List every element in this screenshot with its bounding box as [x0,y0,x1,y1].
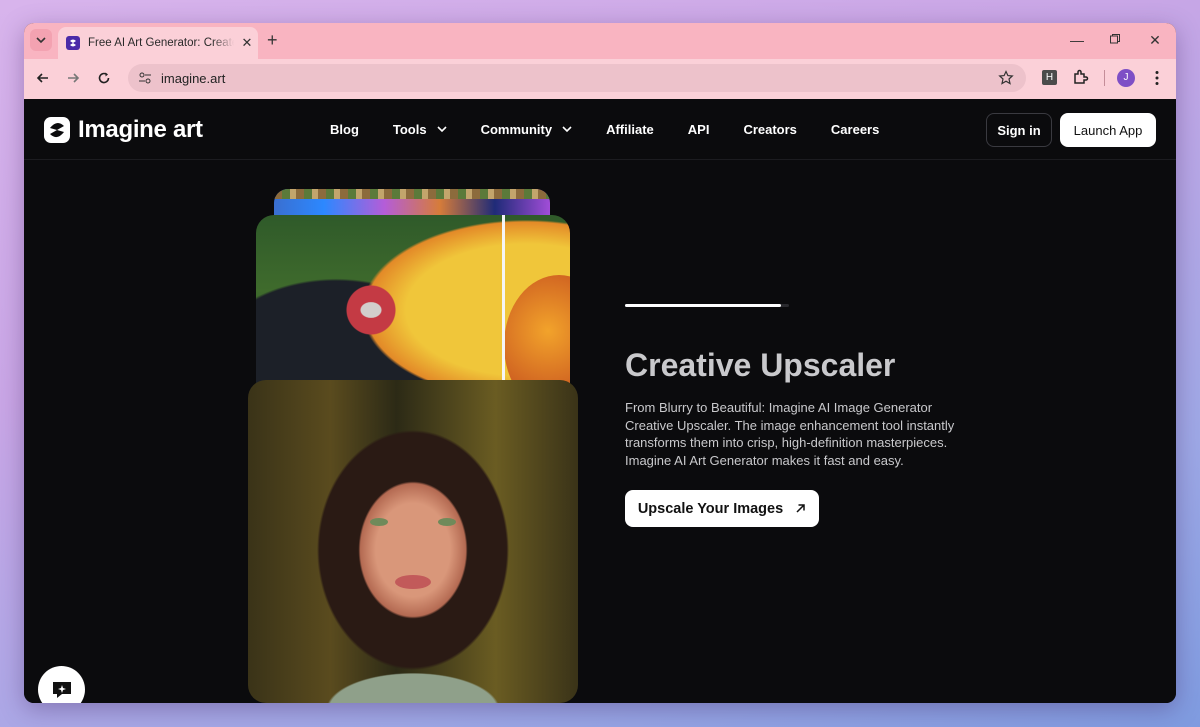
browser-window: Free AI Art Generator: Create AI Art ✕ +… [24,23,1176,703]
upscale-cta-button[interactable]: Upscale Your Images [625,490,819,527]
tab-title: Free AI Art Generator: Create AI Art [88,37,234,49]
new-tab-button[interactable]: + [267,30,278,50]
nav-label: Community [480,121,553,137]
slide-progress-fill [625,304,781,307]
close-window-button[interactable]: ✕ [1146,32,1164,48]
nav-label: Tools [392,121,427,137]
nav-label: Affiliate [606,121,654,137]
nav-blog[interactable]: Blog [330,122,359,137]
profile-avatar[interactable]: J [1117,69,1135,87]
cta-label: Upscale Your Images [637,500,784,517]
tab-search-button[interactable] [30,29,52,51]
tab-close-icon[interactable]: ✕ [240,35,254,51]
hero-image-toucan [256,215,570,405]
forward-button[interactable] [64,69,82,87]
chat-widget-button[interactable] [38,666,85,703]
main-nav: Blog Tools Community Affiliate API Creat… [330,99,913,159]
bookmark-star-icon[interactable] [998,70,1014,86]
extensions-puzzle-icon[interactable] [1072,68,1090,86]
portrait-eye [370,518,388,526]
nav-community[interactable]: Community [481,122,573,137]
nav-tools[interactable]: Tools [393,122,447,137]
site-content: Imagine art Blog Tools Community Affilia… [24,99,1176,703]
tab-strip: Free AI Art Generator: Create AI Art ✕ +… [24,23,1176,59]
toolbar-separator [1104,70,1105,86]
logo-text: Imagine art [78,116,203,143]
chat-sparkle-icon [52,681,71,698]
arrow-left-icon [36,73,48,83]
site-logo[interactable]: Imagine art [44,116,203,144]
arrow-right-icon [68,73,80,83]
arrow-up-right-icon [796,504,805,513]
chevron-down-icon [437,125,447,132]
hero-description: From Blurry to Beautiful: Imagine AI Ima… [625,400,955,468]
imagine-favicon-icon [66,36,80,50]
site-info-icon[interactable] [137,70,153,86]
reload-icon [98,72,110,84]
chevron-down-icon [562,125,572,132]
nav-creators[interactable]: Creators [743,122,796,137]
hero-image-portrait [248,380,578,703]
nav-label: Creators [743,121,797,137]
restore-button[interactable] [1106,32,1124,48]
nav-affiliate[interactable]: Affiliate [606,122,654,137]
portrait-lips [395,575,431,589]
hero-title: Creative Upscaler [625,347,896,383]
chevron-down-icon [36,36,46,43]
nav-label: Careers [830,121,880,137]
browser-toolbar: imagine.art H J [24,59,1176,99]
portrait-eye [438,518,456,526]
nav-careers[interactable]: Careers [831,122,879,137]
minimize-button[interactable]: — [1068,32,1086,48]
comparison-slider-handle[interactable] [502,215,505,405]
launch-app-button[interactable]: Launch App [1060,113,1156,147]
nav-label: API [687,121,710,137]
nav-api[interactable]: API [688,122,710,137]
site-header: Imagine art Blog Tools Community Affilia… [24,99,1176,160]
imagine-logo-icon [44,117,70,143]
reload-button[interactable] [95,69,113,87]
sign-in-button[interactable]: Sign in [986,113,1052,147]
url-text: imagine.art [161,70,226,86]
back-button[interactable] [34,69,52,87]
more-menu-icon[interactable] [1148,69,1166,87]
extension-h-icon[interactable]: H [1042,70,1057,85]
tab-active[interactable]: Free AI Art Generator: Create AI Art ✕ [58,27,258,59]
address-bar[interactable]: imagine.art [128,64,1026,92]
nav-label: Blog [330,121,359,137]
slide-progress-bar [625,304,789,307]
